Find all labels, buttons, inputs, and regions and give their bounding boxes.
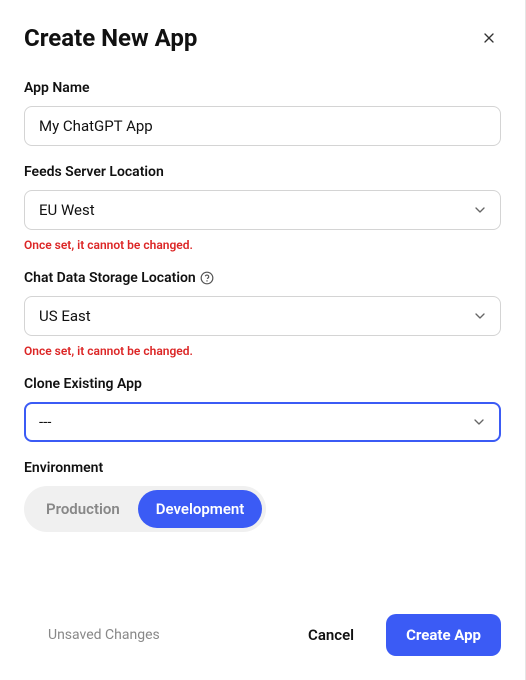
environment-label: Environment <box>24 460 501 476</box>
unsaved-changes-text: Unsaved Changes <box>24 627 160 643</box>
chat-storage-warning: Once set, it cannot be changed. <box>24 344 501 358</box>
close-icon <box>481 30 497 46</box>
env-production-button[interactable]: Production <box>28 490 138 528</box>
clone-select[interactable]: --- <box>24 402 501 442</box>
feeds-location-warning: Once set, it cannot be changed. <box>24 238 501 252</box>
app-name-label: App Name <box>24 80 501 96</box>
chat-storage-label: Chat Data Storage Location <box>24 270 196 286</box>
clone-label: Clone Existing App <box>24 376 501 392</box>
app-name-group: App Name <box>24 80 501 146</box>
feeds-location-label: Feeds Server Location <box>24 164 501 180</box>
create-app-button[interactable]: Create App <box>386 614 501 656</box>
cancel-button[interactable]: Cancel <box>300 616 362 654</box>
environment-group: Environment Production Development <box>24 460 501 532</box>
modal-footer: Unsaved Changes Cancel Create App <box>24 574 501 656</box>
chat-storage-select[interactable]: US East <box>24 296 501 336</box>
feeds-location-select[interactable]: EU West <box>24 190 501 230</box>
modal-header: Create New App <box>24 24 501 52</box>
clone-group: Clone Existing App --- <box>24 376 501 442</box>
modal-title: Create New App <box>24 24 197 52</box>
create-app-modal: Create New App App Name Feeds Server Loc… <box>0 0 526 680</box>
chat-storage-group: Chat Data Storage Location US East Once … <box>24 270 501 358</box>
environment-segmented: Production Development <box>24 486 266 532</box>
close-button[interactable] <box>477 26 501 50</box>
env-development-button[interactable]: Development <box>138 490 263 528</box>
help-icon[interactable] <box>200 271 214 285</box>
feeds-location-group: Feeds Server Location EU West Once set, … <box>24 164 501 252</box>
app-name-input[interactable] <box>24 106 501 146</box>
